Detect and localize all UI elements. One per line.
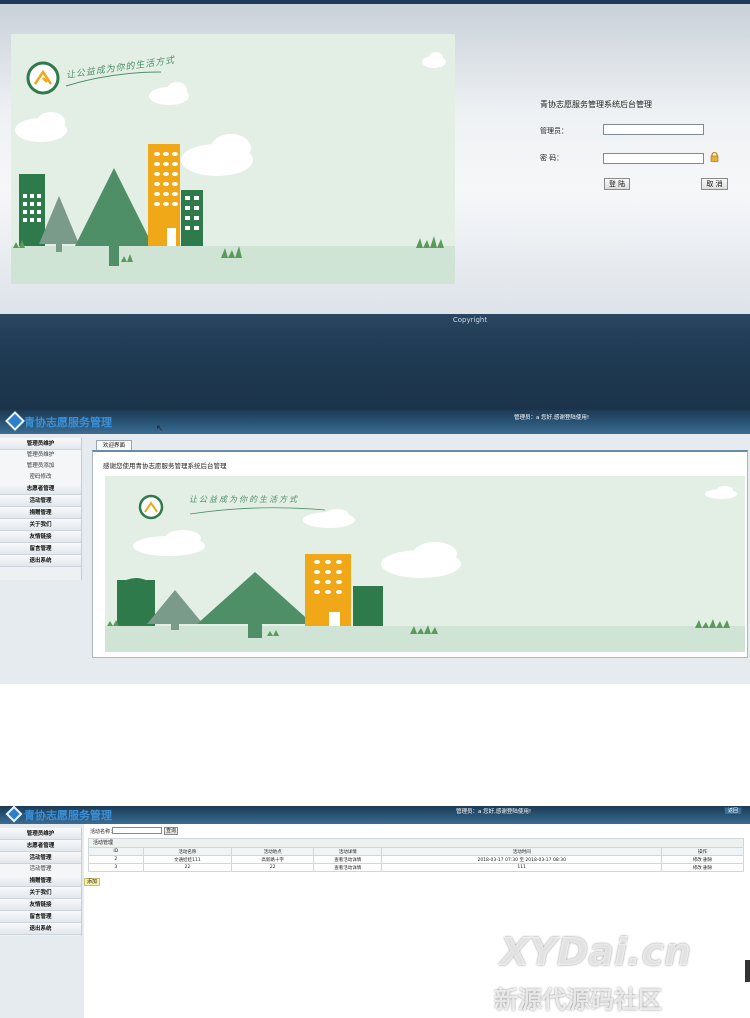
cell-location: 高新路十字: [231, 855, 315, 864]
tab-welcome[interactable]: 欢迎界面: [96, 440, 133, 450]
admin-welcome-screen: 青协志愿服务管理 管理员：a 您好,感谢登陆使用! ↖ 管理员维护 管理员维护 …: [0, 410, 750, 802]
sidebar-item-links[interactable]: 友情链接: [0, 899, 81, 911]
admin-input[interactable]: [603, 124, 704, 135]
search-input[interactable]: [112, 827, 162, 834]
copyright-text: Copyright: [452, 316, 488, 324]
sidebar-sub-admin-maintain[interactable]: 管理员维护: [0, 450, 81, 461]
cell-details-link[interactable]: 查看活动详情: [313, 863, 383, 872]
col-details: 活动详情: [313, 847, 383, 856]
welcome-text: 感谢您使用青协志愿服务管理系统后台管理: [103, 462, 227, 470]
cell-location: 22: [231, 863, 315, 872]
col-time: 活动时间: [381, 847, 663, 856]
password-label: 密 码：: [540, 154, 564, 162]
login-title: 青协志愿服务管理系统后台管理: [540, 100, 652, 109]
watermark-line2: 新源代源码社区: [494, 986, 662, 1014]
login-footer: [0, 314, 750, 410]
cell-time: 111: [381, 863, 663, 872]
cell-time: 2018-03-17 07:30 至 2018-03-17 08:30: [381, 855, 663, 864]
login-screen: 让公益成为你的生活方式 青协志愿服务管理系统后台管理 管理员： 密 码： 登 陆…: [0, 0, 750, 410]
col-actions: 操作: [661, 847, 744, 856]
cell-name: 文通娃娃111: [142, 855, 233, 864]
login-button[interactable]: 登 陆: [604, 178, 630, 190]
add-button[interactable]: 添加: [84, 878, 100, 886]
activity-header: 青协志愿服务管理 管理员：a 您好,感谢登陆使用! 返回: [0, 805, 750, 824]
sidebar-sub-admin-add[interactable]: 管理员添加: [0, 461, 81, 472]
cell-name: 22: [142, 863, 233, 872]
password-input[interactable]: [603, 153, 704, 164]
cursor-icon: ↖: [156, 424, 164, 434]
sidebar-item-logout[interactable]: 退出系统: [0, 555, 81, 567]
lock-icon: [710, 151, 719, 162]
table-header-row: ID 活动名称 活动地点 活动详情 活动时间 操作: [88, 847, 744, 856]
sidebar-item-volunteers[interactable]: 志愿者管理: [0, 483, 81, 495]
sidebar-item-logout[interactable]: 退出系统: [0, 923, 81, 935]
admin-header: 青协志愿服务管理 管理员：a 您好,感谢登陆使用!: [0, 410, 750, 434]
cell-actions[interactable]: 修改 删除: [661, 855, 744, 864]
col-id: ID: [88, 847, 144, 856]
col-location: 活动地点: [231, 847, 315, 856]
brand-title: 青协志愿服务管理: [24, 416, 112, 429]
admin-sidebar: 管理员维护 管理员维护 管理员添加 密码修改 志愿者管理 活动管理 捐赠管理 关…: [0, 438, 82, 580]
sidebar-item-admin[interactable]: 管理员维护: [0, 828, 81, 840]
cancel-button[interactable]: 取 消: [701, 178, 728, 190]
login-illustration: 让公益成为你的生活方式: [11, 34, 455, 284]
cell-details-link[interactable]: 查看活动详情: [313, 855, 383, 864]
sidebar-item-messages[interactable]: 留言管理: [0, 911, 81, 923]
col-name: 活动名称: [142, 847, 233, 856]
back-button[interactable]: 返回: [724, 807, 742, 815]
sidebar-item-links[interactable]: 友情链接: [0, 531, 81, 543]
watermark-line1: XYDai.cn: [500, 930, 692, 974]
sidebar-item-admin[interactable]: 管理员维护: [0, 438, 81, 450]
welcome-panel: 感谢您使用青协志愿服务管理系统后台管理 让公益成为你的生活方式: [92, 450, 748, 658]
cell-id: 3: [88, 863, 144, 872]
cell-id: 2: [88, 855, 144, 864]
brand-logo-icon: [5, 411, 25, 431]
welcome-slogan-text: 让公益成为你的生活方式: [189, 495, 299, 504]
sidebar-item-activities[interactable]: 活动管理: [0, 495, 81, 507]
welcome-illustration: 让公益成为你的生活方式: [105, 476, 745, 652]
activity-screen: 青协志愿服务管理 管理员：a 您好,感谢登陆使用! 返回 管理员维护 志愿者管理…: [0, 802, 750, 1018]
table-row: 2 文通娃娃111 高新路十字 查看活动详情 2018-03-17 07:30 …: [88, 855, 744, 864]
sidebar-sub-password-change[interactable]: 密码修改: [0, 472, 81, 483]
activity-brand-title: 青协志愿服务管理: [24, 809, 112, 822]
sidebar-item-messages[interactable]: 留言管理: [0, 543, 81, 555]
sidebar-item-donations[interactable]: 捐赠管理: [0, 507, 81, 519]
search-button[interactable]: 查询: [164, 827, 178, 835]
admin-label: 管理员：: [540, 127, 568, 135]
sidebar-item-volunteers[interactable]: 志愿者管理: [0, 840, 81, 852]
sidebar-item-donations[interactable]: 捐赠管理: [0, 875, 81, 887]
activity-table-panel: 活动管理 ID 活动名称 活动地点 活动详情 活动时间 操作 2 文通娃娃111…: [88, 838, 744, 872]
panel-title: 活动管理: [88, 838, 744, 847]
activity-table: ID 活动名称 活动地点 活动详情 活动时间 操作 2 文通娃娃111 高新路十: [88, 847, 744, 872]
activity-welcome-message: 管理员：a 您好,感谢登陆使用!: [456, 809, 532, 815]
table-row: 3 22 22 查看活动详情 111 修改 删除: [88, 863, 744, 872]
sidebar-sub-activity-manage[interactable]: 活动管理: [0, 864, 81, 875]
activity-sidebar: 管理员维护 志愿者管理 活动管理 活动管理 捐赠管理 关于我们 友情链接 留言管…: [0, 828, 82, 936]
sidebar-item-about[interactable]: 关于我们: [0, 519, 81, 531]
activity-brand-logo-icon: [5, 805, 23, 823]
cell-actions[interactable]: 修改 删除: [661, 863, 744, 872]
sidebar-item-about[interactable]: 关于我们: [0, 887, 81, 899]
sidebar-item-activities[interactable]: 活动管理: [0, 852, 81, 864]
welcome-message: 管理员：a 您好,感谢登陆使用!: [514, 415, 590, 421]
scrollbar-handle[interactable]: [745, 960, 750, 982]
